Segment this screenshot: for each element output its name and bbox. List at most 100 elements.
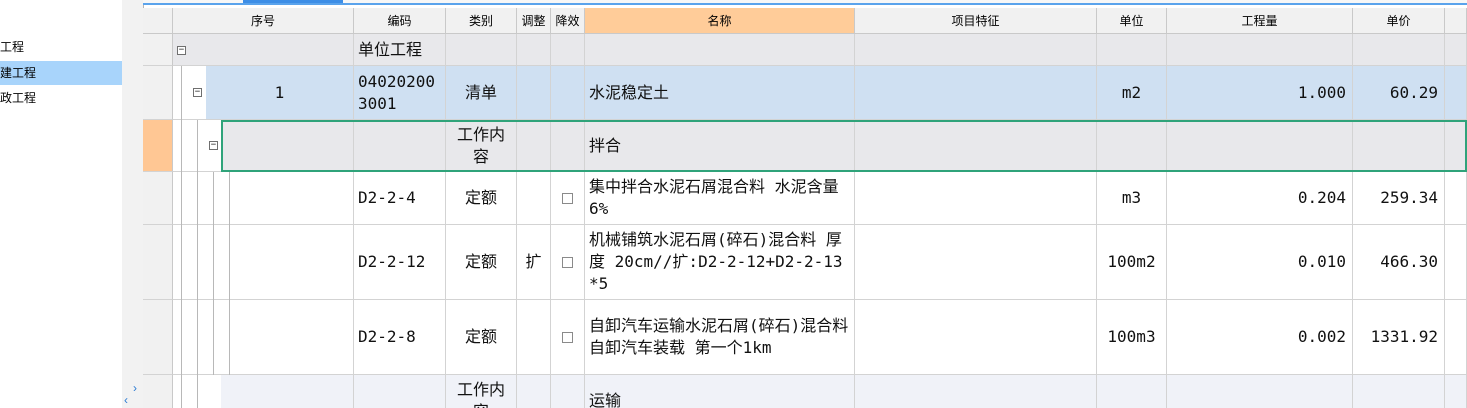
corner-header[interactable]	[143, 8, 173, 34]
cell-price[interactable]	[1353, 375, 1445, 408]
cell-qty[interactable]	[1167, 34, 1353, 66]
cell-extra[interactable]	[1445, 34, 1467, 66]
cell-price[interactable]: 259.34	[1353, 172, 1445, 225]
cell-type[interactable]	[446, 34, 517, 66]
row-header[interactable]	[143, 225, 173, 300]
row-header-active[interactable]	[143, 120, 173, 172]
cell-extra[interactable]	[1445, 300, 1467, 375]
cell-qty[interactable]: 0.010	[1167, 225, 1353, 300]
grid-row-unit-project[interactable]: − 单位工程	[143, 34, 1467, 66]
panel-splitter[interactable]	[122, 0, 144, 408]
cell-type[interactable]: 定额	[446, 300, 517, 375]
reduce-checkbox[interactable]	[562, 256, 573, 268]
cell-qty[interactable]	[1167, 120, 1353, 172]
tree-node-civil-engineering[interactable]: 土建工程	[0, 61, 122, 85]
cell-feature[interactable]	[855, 300, 1097, 375]
cell-qty[interactable]: 0.204	[1167, 172, 1353, 225]
cell-code[interactable]	[354, 375, 446, 408]
collapse-icon[interactable]: −	[209, 141, 218, 150]
cell-code[interactable]: 040202003001	[354, 66, 446, 120]
tree-node-municipal-engineering[interactable]: 市政工程	[0, 86, 122, 110]
cell-price[interactable]	[1353, 34, 1445, 66]
grid-row-quota[interactable]: D2-2-12 定额 扩 机械铺筑水泥石屑(碎石)混合料 厚度 20cm//扩:…	[143, 225, 1467, 300]
cell-adjust[interactable]: 扩	[517, 225, 551, 300]
cell-unit[interactable]	[1097, 375, 1167, 408]
cell-qty[interactable]: 1.000	[1167, 66, 1353, 120]
cell-name[interactable]	[585, 34, 855, 66]
cell-adjust[interactable]	[517, 172, 551, 225]
cell-type[interactable]: 清单	[446, 66, 517, 120]
cell-seq[interactable]	[221, 120, 354, 172]
column-header-price[interactable]: 单价	[1353, 8, 1445, 34]
cell-adjust[interactable]	[517, 300, 551, 375]
cell-seq[interactable]	[237, 225, 354, 300]
cell-name[interactable]: 机械铺筑水泥石屑(碎石)混合料 厚度 20cm//扩:D2-2-12+D2-2-…	[585, 225, 855, 300]
cell-reduce[interactable]	[551, 225, 585, 300]
cell-name[interactable]: 拌合	[585, 120, 855, 172]
cell-extra[interactable]	[1445, 375, 1467, 408]
cell-unit[interactable]: m3	[1097, 172, 1167, 225]
cell-seq[interactable]	[190, 34, 354, 66]
row-header[interactable]	[143, 34, 173, 66]
cell-seq[interactable]: 1	[206, 66, 354, 120]
cell-type[interactable]: 工作内容	[446, 120, 517, 172]
cell-reduce[interactable]	[551, 172, 585, 225]
cell-code[interactable]: D2-2-12	[354, 225, 446, 300]
grid-row-work-content-mixing[interactable]: − 工作内容 拌合	[143, 120, 1467, 172]
cell-feature[interactable]	[855, 375, 1097, 408]
cell-unit[interactable]	[1097, 120, 1167, 172]
column-header-adjust[interactable]: 调整	[517, 8, 551, 34]
cell-code[interactable]: 单位工程	[354, 34, 446, 66]
column-header-unit[interactable]: 单位	[1097, 8, 1167, 34]
cell-price[interactable]: 60.29	[1353, 66, 1445, 120]
collapse-panel-button[interactable]: › ‹	[124, 382, 140, 408]
cell-seq[interactable]	[237, 300, 354, 375]
cell-adjust[interactable]	[517, 120, 551, 172]
cell-reduce[interactable]	[551, 120, 585, 172]
cell-extra[interactable]	[1445, 225, 1467, 300]
row-header[interactable]	[143, 66, 173, 120]
tree-node-item-project[interactable]: 项工程	[0, 35, 122, 59]
collapse-icon[interactable]: −	[177, 46, 186, 55]
cell-unit[interactable]: 100m3	[1097, 300, 1167, 375]
cell-name[interactable]: 运输	[585, 375, 855, 408]
grid-row-quota[interactable]: D2-2-4 定额 集中拌合水泥石屑混合料 水泥含量 6% m3 0.204 2…	[143, 172, 1467, 225]
row-header[interactable]	[143, 375, 173, 408]
cell-feature[interactable]	[855, 120, 1097, 172]
cell-unit[interactable]: m2	[1097, 66, 1167, 120]
cell-code[interactable]	[354, 120, 446, 172]
cell-feature[interactable]	[855, 34, 1097, 66]
grid-row-list-item[interactable]: − 1 040202003001 清单 水泥稳定土 m2 1.000 60.29	[143, 66, 1467, 120]
cell-adjust[interactable]	[517, 66, 551, 120]
reduce-checkbox[interactable]	[562, 192, 573, 204]
column-header-name[interactable]: 名称	[585, 8, 855, 34]
column-header-feature[interactable]: 项目特征	[855, 8, 1097, 34]
cell-reduce[interactable]	[551, 375, 585, 408]
cell-name[interactable]: 自卸汽车运输水泥石屑(碎石)混合料 自卸汽车装载 第一个1km	[585, 300, 855, 375]
column-header-qty[interactable]: 工程量	[1167, 8, 1353, 34]
column-header-reduce[interactable]: 降效	[551, 8, 585, 34]
cell-reduce[interactable]	[551, 66, 585, 120]
cell-adjust[interactable]	[517, 34, 551, 66]
column-header-seq[interactable]: 序号	[173, 8, 354, 34]
cell-price[interactable]	[1353, 120, 1445, 172]
cell-reduce[interactable]	[551, 34, 585, 66]
cell-extra[interactable]	[1445, 172, 1467, 225]
cell-type[interactable]: 定额	[446, 172, 517, 225]
cell-extra[interactable]	[1445, 120, 1467, 172]
cell-unit[interactable]: 100m2	[1097, 225, 1167, 300]
cell-code[interactable]: D2-2-4	[354, 172, 446, 225]
cell-unit[interactable]	[1097, 34, 1167, 66]
cell-seq[interactable]	[237, 172, 354, 225]
row-header[interactable]	[143, 172, 173, 225]
column-header-extra[interactable]	[1445, 8, 1467, 34]
cell-qty[interactable]	[1167, 375, 1353, 408]
row-header[interactable]	[143, 300, 173, 375]
cell-reduce[interactable]	[551, 300, 585, 375]
cell-code[interactable]: D2-2-8	[354, 300, 446, 375]
cell-extra[interactable]	[1445, 66, 1467, 120]
grid-row-quota[interactable]: D2-2-8 定额 自卸汽车运输水泥石屑(碎石)混合料 自卸汽车装载 第一个1k…	[143, 300, 1467, 375]
grid-row-work-content-transport[interactable]: 工作内容 运输	[143, 375, 1467, 408]
cell-type[interactable]: 定额	[446, 225, 517, 300]
reduce-checkbox[interactable]	[562, 331, 573, 343]
